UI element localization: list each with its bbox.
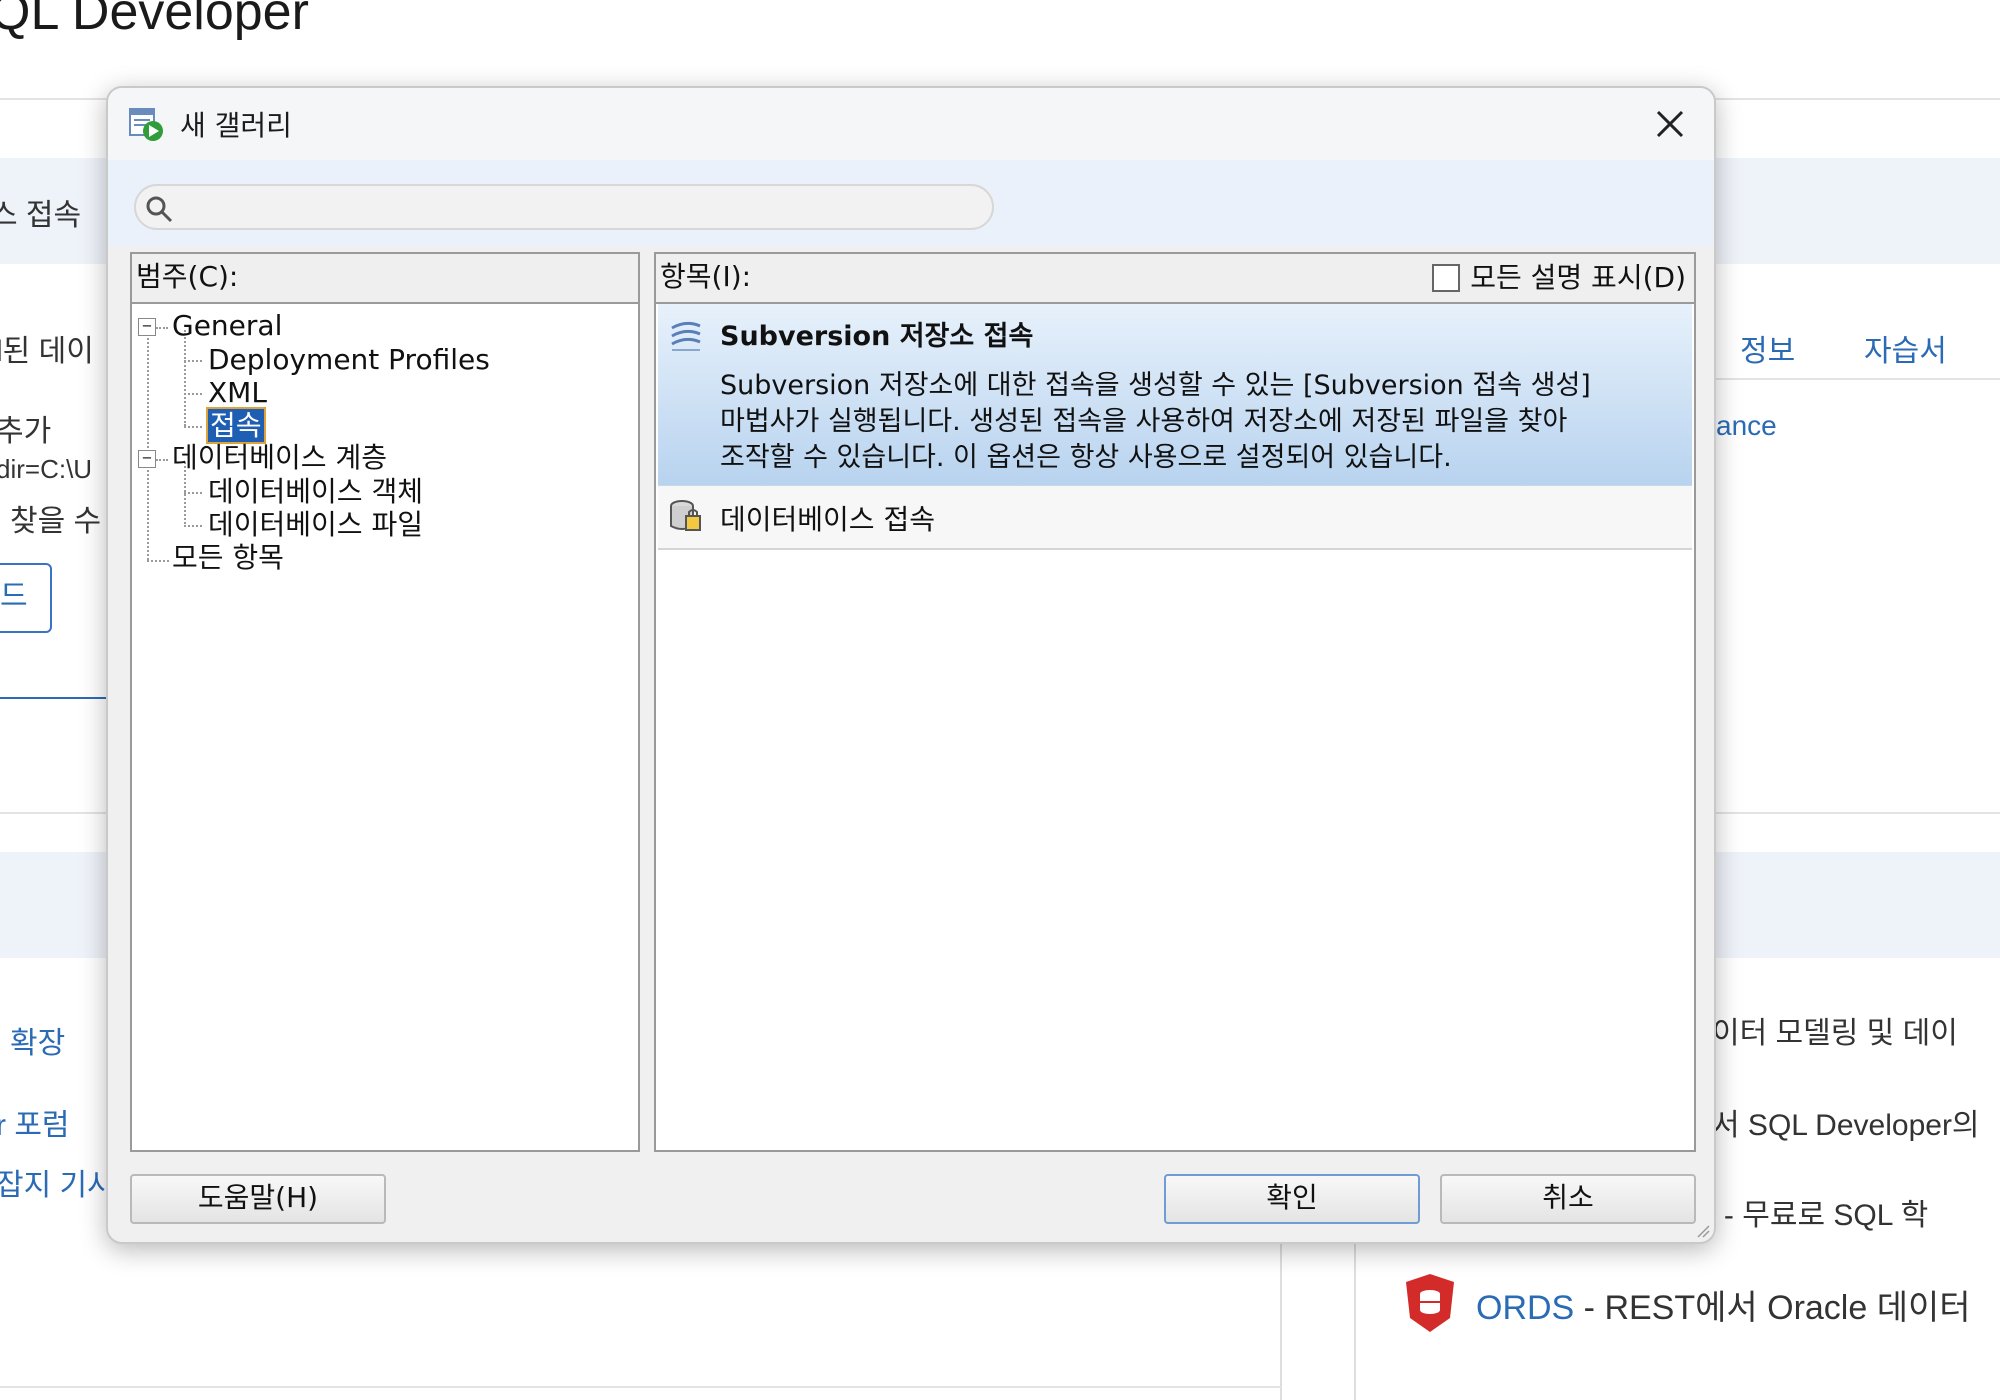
show-all-descriptions-option[interactable]: 모든 설명 표시(D) bbox=[1432, 260, 1686, 296]
item-database-connection-title: 데이터베이스 접속 bbox=[720, 503, 935, 536]
show-all-descriptions-checkbox[interactable] bbox=[1432, 264, 1461, 292]
category-tree: − General Deployment Profiles XML 접속 − 데… bbox=[132, 304, 638, 1152]
item-subversion-title: Subversion 저장소 접속 bbox=[720, 321, 1034, 352]
tree-node-deployment-profiles[interactable]: Deployment Profiles bbox=[208, 342, 490, 378]
tree-hline-1 bbox=[184, 360, 202, 362]
item-database-connection[interactable]: 데이터베이스 접속 bbox=[658, 486, 1692, 550]
bg-link-extensions[interactable]: 확장 bbox=[10, 1018, 65, 1062]
bg-link-articles[interactable]: 잡지 기사 bbox=[0, 1160, 115, 1204]
bg-fragment-connections: 스 접속 bbox=[0, 199, 82, 232]
description-line: 마법사가 실행됩니다. 생성된 접속을 사용하여 저장소에 저장된 파일을 찾아 bbox=[720, 406, 1568, 437]
category-panel: 범주(C): − General Deployment Profiles XML… bbox=[130, 252, 640, 1152]
dialog-title: 새 갤러리 bbox=[180, 109, 292, 142]
bg-fragment-3: dir=C:\U bbox=[0, 454, 93, 484]
resize-grip-icon[interactable] bbox=[1694, 1222, 1710, 1238]
tree-node-connections[interactable]: 접속 bbox=[206, 407, 266, 444]
right-band-2 bbox=[1716, 852, 2000, 958]
search-icon bbox=[146, 196, 173, 223]
item-subversion-connection[interactable]: Subversion 저장소 접속 Subversion 저장소에 대한 접속을… bbox=[658, 304, 1692, 486]
database-connection-icon bbox=[670, 500, 701, 531]
bg-text-sqldev: 서 SQL Developer의 bbox=[1712, 1109, 1980, 1142]
tree-hline-4 bbox=[184, 492, 202, 494]
bg-link-ords[interactable]: ORDS bbox=[1476, 1289, 1574, 1327]
cancel-button[interactable]: 취소 bbox=[1440, 1174, 1696, 1224]
left-band-2 bbox=[0, 852, 110, 958]
close-icon bbox=[1656, 110, 1684, 138]
left-divider bbox=[0, 812, 110, 814]
bg-fragment-4: 찾을 수 bbox=[10, 505, 102, 538]
show-all-descriptions-label: 모든 설명 표시(D) bbox=[1470, 261, 1686, 294]
ok-button[interactable]: 확인 bbox=[1164, 1174, 1420, 1224]
search-box[interactable] bbox=[134, 184, 994, 230]
items-header: 항목(I): 모든 설명 표시(D) bbox=[656, 254, 1694, 304]
bg-link-info[interactable]: 정보 bbox=[1740, 326, 1795, 370]
dialog-titlebar[interactable]: 새 갤러리 bbox=[108, 88, 1714, 160]
items-label: 항목(I): bbox=[660, 260, 752, 293]
bg-text-ords: - REST에서 Oracle 데이터 bbox=[1574, 1289, 1971, 1327]
tree-node-xml[interactable]: XML bbox=[208, 375, 267, 411]
items-panel: 항목(I): 모든 설명 표시(D) Subversion 저장소 접속 Sub… bbox=[654, 252, 1696, 1152]
item-subversion-description: Subversion 저장소에 대한 접속을 생성할 수 있는 [Subvers… bbox=[720, 368, 1680, 476]
search-input[interactable] bbox=[180, 190, 980, 224]
collapse-database-tier-toggle[interactable]: − bbox=[138, 450, 156, 468]
close-button[interactable] bbox=[1640, 94, 1700, 154]
app-title: QL Developer bbox=[0, 0, 309, 41]
tree-line-general bbox=[184, 330, 186, 426]
tree-node-general[interactable]: General bbox=[172, 308, 282, 344]
bg-link-forum[interactable]: r 포럼 bbox=[0, 1100, 70, 1144]
bg-sql-line: L - 무료로 SQL 학 bbox=[1700, 1190, 1928, 1234]
tree-hline-all bbox=[147, 560, 169, 562]
tree-node-database-objects[interactable]: 데이터베이스 객체 bbox=[208, 474, 423, 510]
subversion-icon bbox=[671, 321, 701, 351]
tree-node-database-files[interactable]: 데이터베이스 파일 bbox=[208, 507, 423, 543]
tree-hline-2 bbox=[184, 393, 202, 395]
bg-link-ance[interactable]: ance bbox=[1716, 410, 1777, 442]
bg-divider-v1 bbox=[1280, 1244, 1282, 1400]
ords-icon bbox=[1406, 1274, 1454, 1332]
bg-fragment-2: 추가 bbox=[0, 415, 52, 448]
new-gallery-dialog: 새 갤러리 범주(C): − General Deployment Profil… bbox=[106, 86, 1716, 1244]
description-line: 조작할 수 있습니다. 이 옵션은 항상 사용으로 설정되어 있습니다. bbox=[720, 442, 1452, 473]
tree-node-connections-label: 접속 bbox=[206, 407, 266, 444]
tree-hline-general bbox=[156, 327, 168, 329]
tree-hline-dbtier bbox=[156, 459, 168, 461]
right-divider bbox=[1716, 812, 2000, 814]
tree-node-all-items[interactable]: 모든 항목 bbox=[172, 540, 284, 576]
bg-fragment-1: l된 데이 bbox=[0, 335, 94, 368]
bg-underline bbox=[0, 697, 110, 699]
bg-outline-button[interactable]: 드 bbox=[0, 563, 52, 633]
tree-hline-5 bbox=[184, 525, 202, 527]
bg-text-modeling: 이터 모델링 및 데이 bbox=[1712, 1017, 1958, 1050]
new-gallery-icon bbox=[129, 108, 163, 141]
collapse-general-toggle[interactable]: − bbox=[138, 318, 156, 336]
right-tab-divider bbox=[1716, 378, 2000, 380]
bg-text-sql: - 무료로 SQL 학 bbox=[1715, 1199, 1929, 1232]
category-label: 범주(C): bbox=[132, 254, 638, 304]
tree-hline-3 bbox=[184, 426, 202, 428]
bg-ords-line: ORDS - REST에서 Oracle 데이터 bbox=[1476, 1280, 1971, 1329]
bg-bottom-rule bbox=[0, 1386, 1282, 1388]
help-button[interactable]: 도움말(H) bbox=[130, 1174, 386, 1224]
tree-line-root bbox=[147, 330, 149, 560]
bg-link-tutorial[interactable]: 자습서 bbox=[1864, 326, 1947, 370]
tree-node-database-tier[interactable]: 데이터베이스 계층 bbox=[172, 440, 387, 476]
right-band bbox=[1716, 158, 2000, 264]
description-line: Subversion 저장소에 대한 접속을 생성할 수 있는 [Subvers… bbox=[720, 370, 1591, 401]
bg-divider-v2 bbox=[1354, 1244, 1356, 1400]
